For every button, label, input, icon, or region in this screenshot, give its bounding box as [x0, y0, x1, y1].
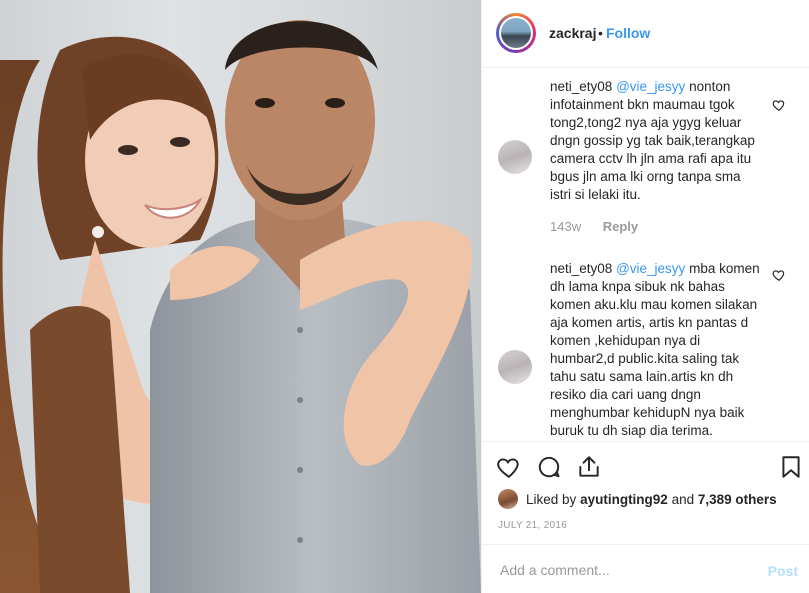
likes-connector: and [671, 491, 695, 507]
share-icon[interactable] [576, 454, 602, 480]
comments-list[interactable]: neti_ety08 @vie_jesyy nonton infotainmen… [482, 68, 809, 441]
comment-username[interactable]: neti_ety08 [550, 79, 612, 94]
comment-time[interactable]: 143w [550, 219, 581, 234]
likes-prefix: Liked by [526, 491, 577, 507]
likes-summary: Liked by ayutingting92 and 7,389 others [498, 488, 777, 510]
heart-outline-icon[interactable] [772, 268, 786, 282]
post-comment-button[interactable]: Post [768, 563, 798, 579]
follow-button[interactable]: Follow [606, 25, 650, 41]
avatar-image [501, 18, 531, 48]
add-comment-bar: Post [482, 544, 809, 593]
comment-mention[interactable]: @vie_jesyy [616, 261, 685, 276]
comment-icon[interactable] [536, 454, 562, 480]
post-date[interactable]: JULY 21, 2016 [498, 520, 567, 531]
post-header: zackraj • Follow [482, 0, 809, 68]
action-bar [482, 446, 809, 486]
comment-text: nonton infotainment bkn maumau tgok tong… [550, 79, 755, 202]
likes-others-link[interactable]: 7,389 others [698, 492, 777, 507]
heart-icon[interactable] [496, 454, 522, 480]
commenter-avatar[interactable] [498, 350, 532, 384]
separator-dot: • [598, 25, 603, 41]
heart-outline-icon[interactable] [772, 98, 786, 112]
comment-item: neti_ety08 @vie_jesyy mba komen dh lama … [482, 260, 809, 441]
comment-text-block: neti_ety08 @vie_jesyy mba komen dh lama … [550, 260, 765, 440]
couple-photo-illustration [0, 20, 481, 593]
post-photo[interactable] [0, 0, 481, 593]
comment-mention[interactable]: @vie_jesyy [616, 79, 685, 94]
post-side-panel: zackraj • Follow neti_ety08 @vie_jesyy n… [481, 0, 809, 593]
comment-meta: 143w Reply [550, 219, 638, 234]
comment-input[interactable] [498, 558, 752, 582]
comment-item: neti_ety08 @vie_jesyy nonton infotainmen… [482, 78, 809, 250]
liker-username[interactable]: ayutingting92 [580, 492, 668, 507]
reply-button[interactable]: Reply [603, 219, 638, 234]
author-avatar[interactable] [496, 13, 536, 53]
commenter-avatar[interactable] [498, 140, 532, 174]
bookmark-icon[interactable] [778, 454, 804, 480]
comment-text: mba komen dh lama knpa sibuk nk bahas ko… [550, 261, 760, 438]
comment-text-block: neti_ety08 @vie_jesyy nonton infotainmen… [550, 78, 765, 204]
comment-username[interactable]: neti_ety08 [550, 261, 612, 276]
liker-avatar[interactable] [498, 489, 518, 509]
divider [482, 441, 809, 442]
author-username[interactable]: zackraj [549, 25, 596, 41]
